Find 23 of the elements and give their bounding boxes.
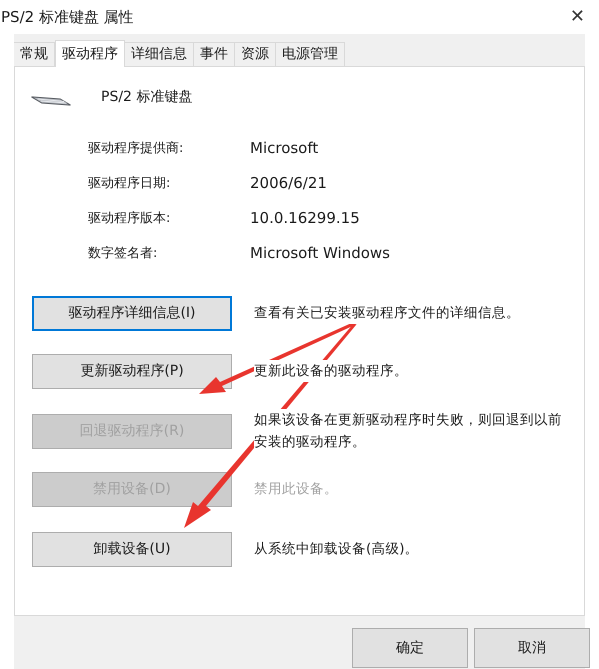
- property-value: 2006/6/21: [250, 173, 327, 194]
- tab[interactable]: 详细信息: [125, 42, 194, 66]
- dialog-button[interactable]: 确定: [352, 628, 468, 668]
- keyboard-icon: [31, 96, 71, 106]
- property-label: 数字签名者:: [88, 244, 158, 263]
- property-label: 驱动程序版本:: [88, 210, 172, 228]
- property-label: 驱动程序提供商:: [88, 140, 184, 158]
- action-button[interactable]: 驱动程序详细信息(I): [32, 296, 232, 331]
- tab[interactable]: 资源: [235, 42, 276, 66]
- window-title: PS/2 标准键盘 属性: [1, 6, 134, 28]
- action-button[interactable]: 更新驱动程序(P): [32, 354, 232, 389]
- dialog-button[interactable]: 取消: [474, 628, 590, 668]
- device-name: PS/2 标准键盘: [101, 88, 192, 107]
- tab[interactable]: 电源管理: [276, 42, 345, 66]
- property-label: 驱动程序日期:: [88, 174, 172, 193]
- property-value: Microsoft: [250, 138, 318, 160]
- property-value: Microsoft Windows: [250, 243, 390, 264]
- action-button[interactable]: 卸载设备(U): [32, 532, 232, 567]
- property-value: 10.0.16299.15: [250, 208, 360, 230]
- tab[interactable]: 常规: [14, 42, 55, 66]
- tab[interactable]: 事件: [194, 42, 235, 66]
- tab[interactable]: 驱动程序: [55, 40, 125, 67]
- close-button[interactable]: ✕: [570, 8, 585, 26]
